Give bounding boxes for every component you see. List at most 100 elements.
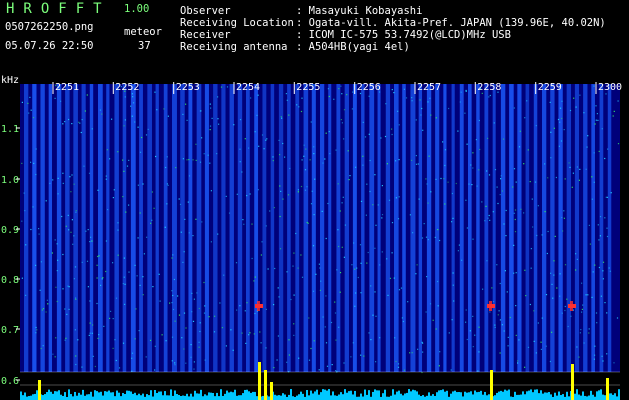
signal-baseline [314, 391, 316, 400]
noise-speck [507, 345, 509, 347]
noise-speck [518, 146, 521, 148]
noise-speck [592, 271, 594, 273]
noise-stripe [278, 84, 284, 372]
signal-baseline [548, 392, 550, 400]
noise-speck [139, 151, 142, 153]
noise-speck [430, 114, 432, 116]
noise-speck [598, 150, 600, 152]
noise-speck [343, 138, 345, 140]
noise-speck [184, 218, 186, 220]
noise-speck [192, 320, 195, 322]
signal-baseline [480, 390, 482, 400]
noise-speck [75, 211, 77, 213]
signal-baseline [152, 396, 154, 400]
noise-stripe [180, 84, 185, 372]
signal-baseline [36, 390, 38, 400]
noise-speck [73, 235, 75, 237]
noise-speck [164, 226, 166, 228]
noise-speck [537, 205, 539, 207]
noise-speck [310, 347, 312, 350]
noise-speck [192, 235, 194, 237]
noise-speck [492, 211, 494, 213]
noise-speck [32, 206, 34, 208]
noise-speck [327, 202, 329, 205]
observer-value: : Masayuki Kobayashi [296, 5, 423, 17]
noise-speck [258, 145, 260, 147]
noise-speck [304, 189, 307, 191]
noise-speck [432, 319, 434, 321]
signal-baseline [254, 391, 256, 400]
noise-speck [606, 196, 608, 198]
noise-speck [384, 135, 387, 138]
noise-speck [326, 365, 329, 367]
noise-speck [346, 94, 348, 96]
noise-speck [203, 153, 205, 155]
noise-speck [499, 194, 501, 196]
signal-baseline [394, 394, 396, 400]
noise-speck [534, 181, 537, 183]
noise-speck [154, 369, 156, 371]
noise-speck [313, 214, 315, 216]
noise-speck [118, 367, 121, 369]
signal-baseline [542, 393, 544, 400]
signal-baseline [506, 390, 508, 400]
signal-baseline [174, 390, 176, 400]
signal-baseline [300, 391, 302, 400]
noise-speck [150, 222, 152, 224]
noise-speck [526, 100, 528, 102]
noise-speck [178, 198, 180, 200]
noise-speck [533, 310, 535, 312]
noise-speck [137, 237, 139, 239]
noise-speck [185, 103, 187, 105]
noise-speck [576, 166, 578, 168]
noise-speck [559, 273, 561, 275]
noise-speck [313, 146, 315, 148]
signal-baseline [206, 395, 208, 400]
noise-speck [155, 155, 157, 158]
noise-speck [546, 252, 548, 255]
signal-baseline [50, 391, 52, 400]
meteor-echo [489, 301, 492, 311]
noise-speck [421, 237, 424, 239]
signal-baseline [346, 392, 348, 400]
noise-speck [71, 123, 73, 125]
noise-speck [281, 117, 283, 119]
noise-speck [391, 128, 393, 130]
signal-baseline [176, 393, 178, 400]
noise-speck [325, 237, 327, 240]
noise-speck [52, 353, 54, 355]
signal-baseline [432, 394, 434, 400]
noise-stripe [188, 84, 193, 372]
noise-speck [475, 139, 477, 141]
noise-speck [439, 351, 441, 353]
noise-speck [375, 224, 377, 226]
noise-speck [499, 282, 501, 285]
noise-speck [494, 326, 496, 328]
noise-speck [25, 294, 27, 296]
noise-speck [80, 131, 82, 134]
noise-speck [57, 177, 59, 179]
noise-speck [547, 230, 549, 233]
noise-speck [319, 289, 321, 291]
noise-speck [195, 143, 197, 145]
noise-speck [62, 123, 64, 125]
noise-stripe [517, 84, 522, 372]
signal-baseline [474, 390, 476, 400]
noise-speck [347, 150, 349, 152]
signal-baseline [44, 394, 46, 400]
noise-speck [391, 252, 393, 254]
signal-baseline [484, 391, 486, 400]
noise-speck [286, 99, 288, 101]
signal-baseline [164, 391, 166, 400]
noise-speck [305, 148, 307, 150]
signal-baseline [296, 395, 298, 400]
noise-speck [190, 356, 192, 358]
signal-baseline [514, 391, 516, 400]
noise-speck [598, 239, 600, 241]
noise-speck [45, 200, 47, 202]
noise-speck [329, 153, 331, 155]
noise-speck [199, 322, 201, 324]
signal-baseline [482, 394, 484, 400]
noise-speck [131, 115, 133, 117]
noise-speck [132, 102, 135, 104]
